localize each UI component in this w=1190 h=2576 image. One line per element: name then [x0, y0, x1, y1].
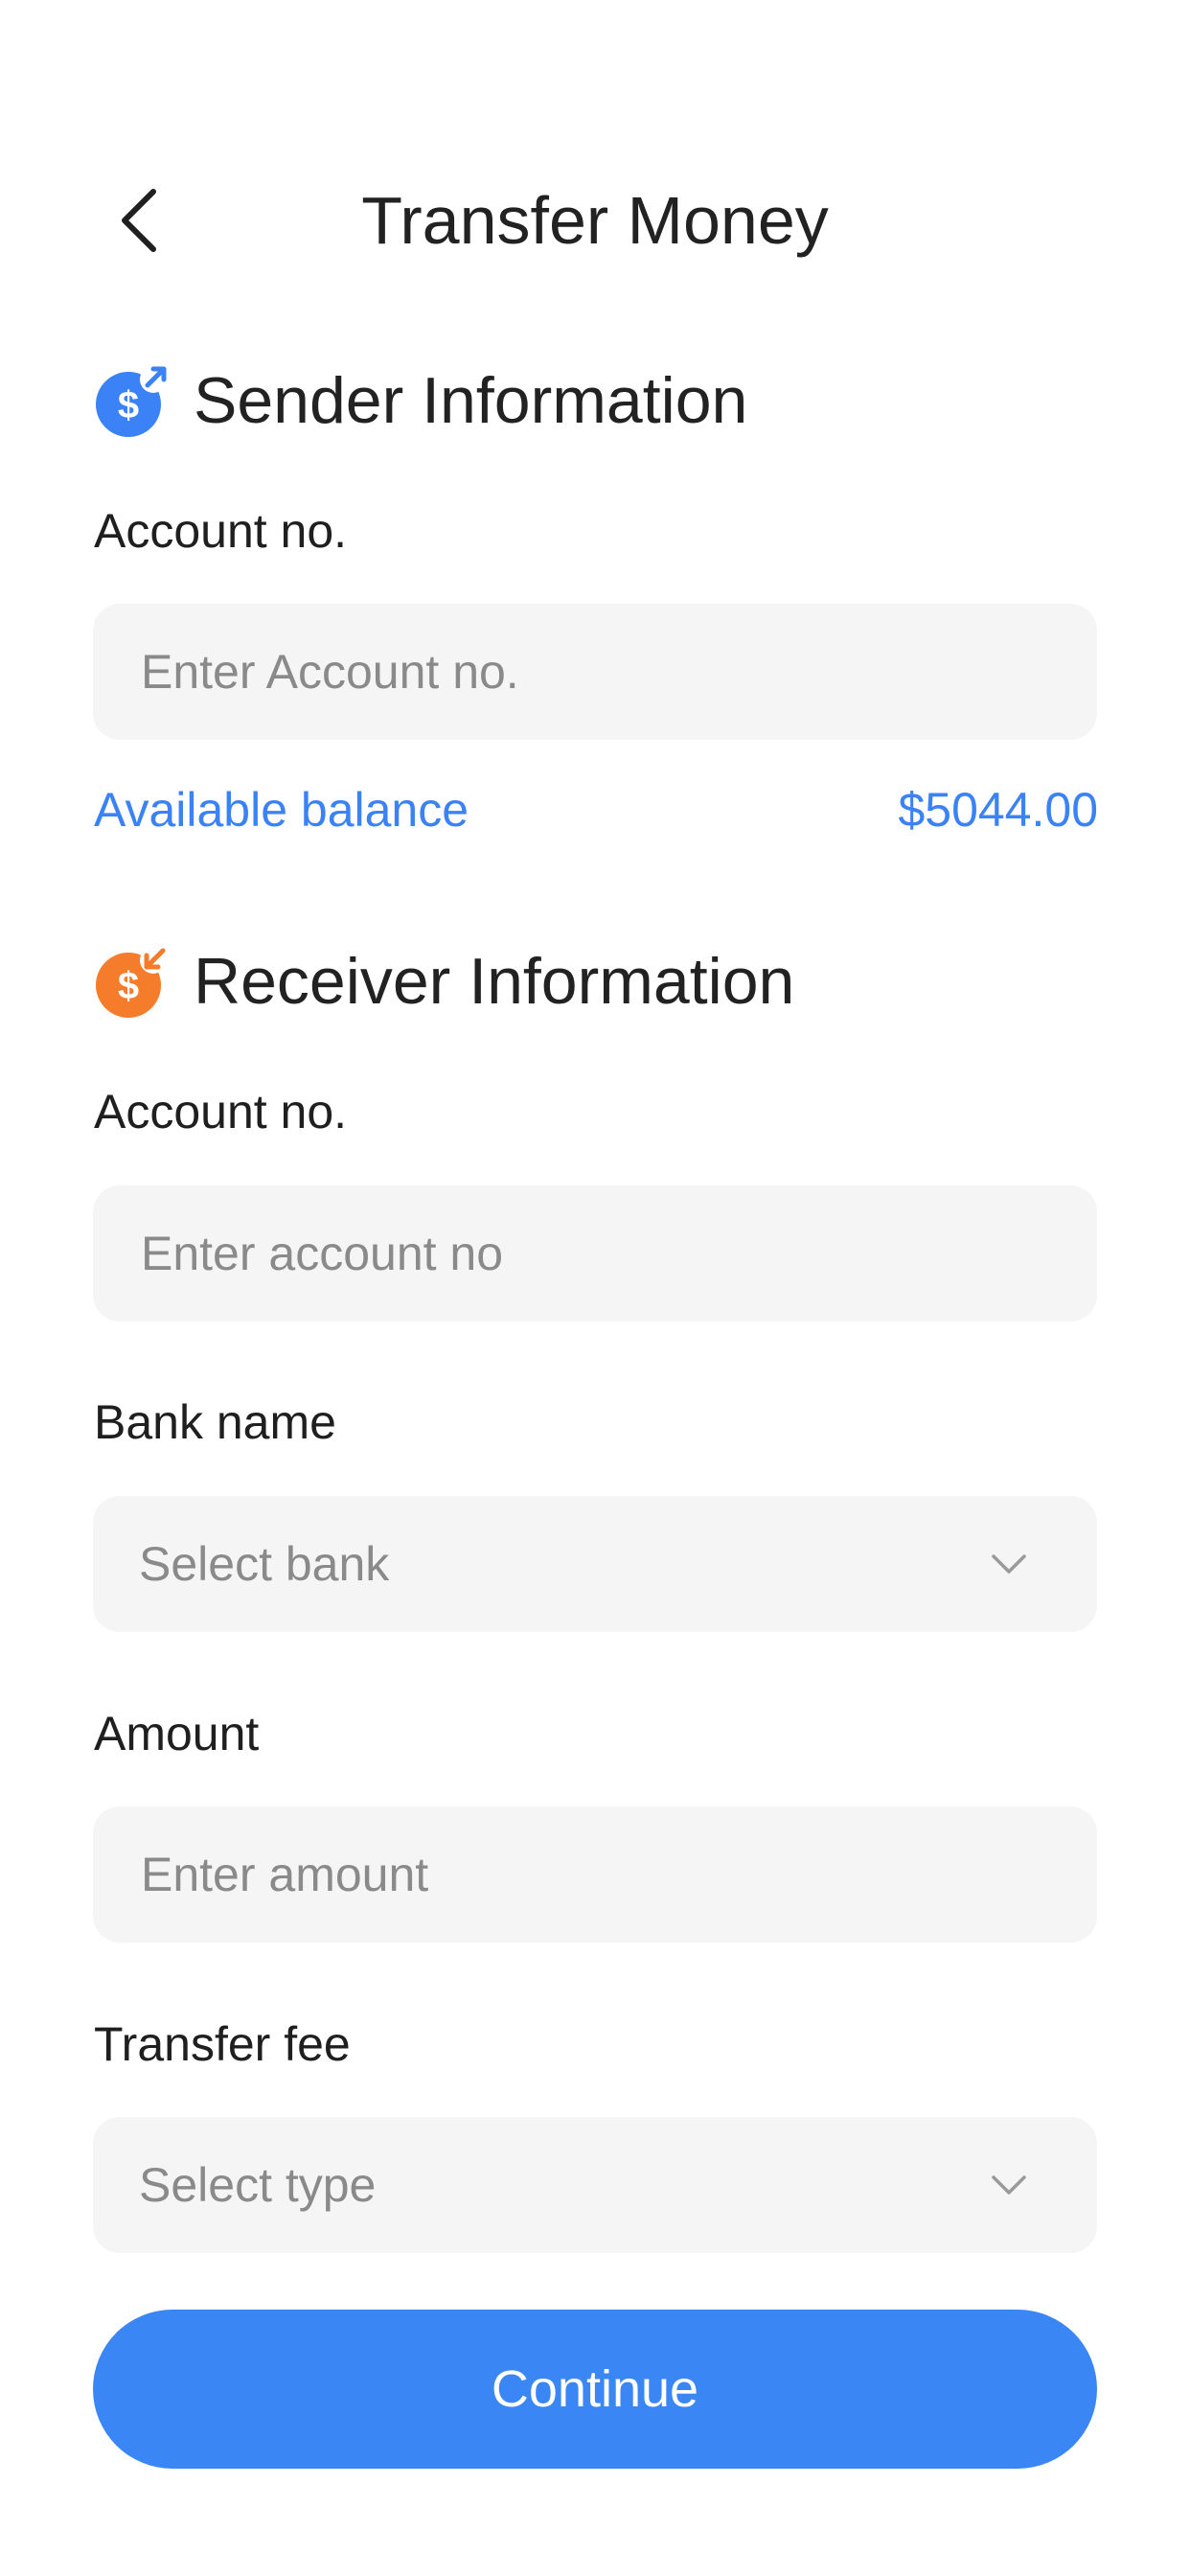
available-balance-label: Available balance [94, 783, 469, 837]
available-balance-value: $5044.00 [898, 783, 1098, 837]
sender-section-title: Sender Information [194, 364, 748, 437]
receiver-section-header: $ Receiver Information [94, 935, 794, 1027]
svg-text:$: $ [118, 384, 139, 426]
transfer-fee-select[interactable]: Select type [93, 2117, 1097, 2253]
money-send-icon: $ [96, 366, 167, 437]
receiver-section-title: Receiver Information [194, 945, 795, 1018]
chevron-down-icon [988, 2164, 1030, 2206]
sender-section-header: $ Sender Information [94, 355, 747, 447]
transfer-money-screen: Transfer Money $ Sender Information Acco… [0, 0, 1190, 2576]
bank-select-value: Select bank [139, 1537, 390, 1591]
sender-account-input[interactable] [139, 643, 1051, 701]
money-receive-icon: $ [96, 947, 167, 1018]
receiver-account-input[interactable] [139, 1225, 1051, 1282]
page-title: Transfer Money [361, 183, 829, 258]
continue-button[interactable]: Continue [93, 2310, 1097, 2469]
amount-field[interactable] [93, 1806, 1097, 1943]
transfer-fee-select-value: Select type [139, 2158, 377, 2212]
sender-account-field[interactable] [93, 604, 1097, 740]
header: Transfer Money [0, 172, 1190, 268]
available-balance-row: Available balance $5044.00 [94, 776, 1098, 843]
receiver-account-field[interactable] [93, 1185, 1097, 1322]
sender-account-label: Account no. [94, 504, 348, 558]
chevron-down-icon [988, 1543, 1030, 1585]
bank-select[interactable]: Select bank [93, 1496, 1097, 1632]
amount-input[interactable] [139, 1846, 1051, 1903]
amount-label: Amount [94, 1707, 260, 1760]
svg-text:$: $ [118, 965, 139, 1007]
transfer-fee-label: Transfer fee [94, 2017, 351, 2071]
bank-name-label: Bank name [94, 1395, 336, 1449]
receiver-account-label: Account no. [94, 1085, 348, 1138]
